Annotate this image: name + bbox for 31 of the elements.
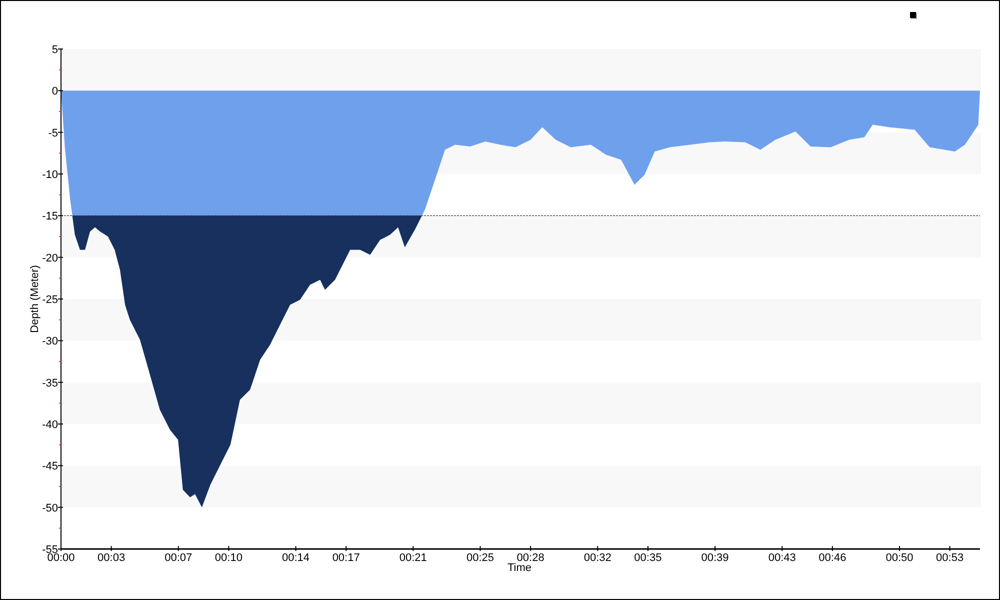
x-tick-label: 00:46 [818,552,846,564]
x-tick-label: 00:43 [768,552,796,564]
x-tick-label: 00:07 [164,552,192,564]
y-tick-label: -30 [42,336,58,348]
x-tick-label: 00:35 [634,552,662,564]
x-tick-label: 00:03 [98,552,126,564]
y-tick-label: -20 [42,252,58,264]
y-tick-label: -25 [42,294,58,306]
y-axis-title: Depth (Meter) [29,265,41,333]
y-tick-label: -10 [42,169,58,181]
x-tick-label: 00:14 [282,552,310,564]
x-tick-label: 00:39 [701,552,729,564]
y-tick-label: -35 [42,377,58,390]
x-tick-label: 00:50 [886,552,914,564]
legend-marker-icon [910,12,917,19]
y-tick-label: 5 [52,44,58,56]
x-tick-label: 00:53 [936,552,964,564]
y-tick-label: -45 [42,460,58,473]
x-tick-label: 00:28 [516,552,544,564]
y-tick-label: -15 [42,210,58,223]
y-tick-label: -5 [48,127,58,140]
y-tick-label: -50 [42,502,58,514]
x-axis-title: Time [507,562,532,574]
x-tick-label: 00:32 [584,552,612,564]
y-tick-label: 0 [52,86,58,98]
x-tick-label: 00:17 [332,552,360,564]
x-tick-label: 00:25 [466,552,494,564]
x-tick-label: 00:10 [214,552,242,564]
x-tick-label: 00:21 [399,552,427,564]
y-tick-label: -40 [42,419,58,431]
x-tick-label: 00:00 [47,552,75,564]
